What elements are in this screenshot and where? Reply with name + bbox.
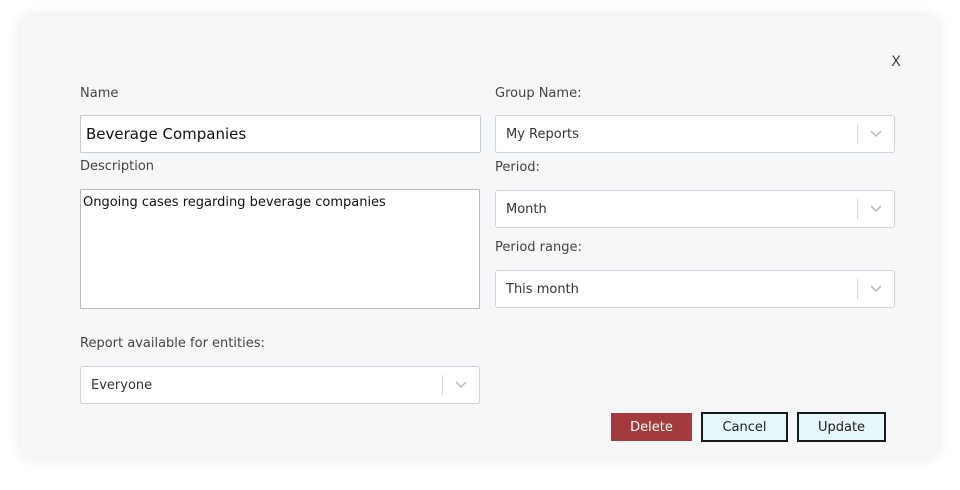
chevron-down-icon[interactable] [858, 191, 894, 227]
cancel-button[interactable]: Cancel [701, 412, 788, 442]
group-name-value: My Reports [506, 126, 579, 142]
period-select[interactable]: Month [495, 190, 895, 228]
entities-value: Everyone [91, 377, 153, 393]
group-name-select[interactable]: My Reports [495, 115, 895, 153]
period-label: Period: [495, 160, 540, 175]
chevron-down-icon[interactable] [858, 116, 894, 152]
delete-button[interactable]: Delete [611, 413, 692, 441]
chevron-down-icon[interactable] [443, 367, 479, 403]
close-icon[interactable]: X [888, 54, 904, 72]
description-label: Description [80, 159, 155, 174]
name-label: Name [80, 86, 119, 101]
chevron-down-icon[interactable] [858, 271, 894, 307]
entities-label: Report available for entities: [80, 336, 265, 351]
period-range-select[interactable]: This month [495, 270, 895, 308]
description-textarea[interactable]: Ongoing cases regarding beverage compani… [80, 189, 480, 309]
entities-select[interactable]: Everyone [80, 366, 480, 404]
period-range-label: Period range: [495, 240, 582, 255]
name-input[interactable] [80, 115, 481, 153]
group-name-label: Group Name: [495, 86, 582, 101]
period-value: Month [506, 201, 547, 217]
edit-report-dialog: X Name Description Ongoing cases regardi… [20, 16, 938, 457]
period-range-value: This month [506, 281, 579, 297]
update-button[interactable]: Update [797, 412, 886, 442]
